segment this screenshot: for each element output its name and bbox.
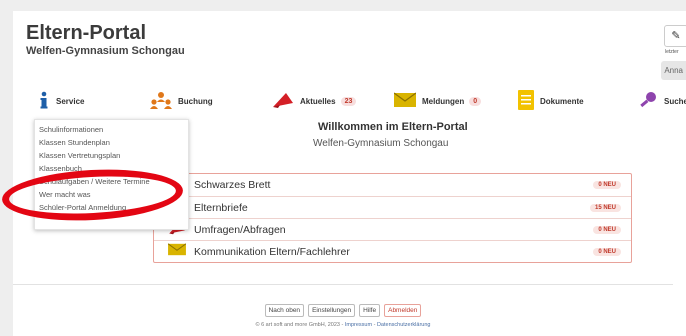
- nav-dokumente[interactable]: Dokumente: [518, 89, 584, 113]
- new-count-badge: 0 NEU: [593, 181, 621, 189]
- new-count-badge: 0 NEU: [593, 248, 621, 256]
- top-right-tools: ✎ letzter: [664, 25, 686, 55]
- row-schwarzes-brett[interactable]: Schwarzes Brett 0 NEU: [154, 174, 631, 196]
- footer-links: Nach oben Einstellungen Hilfe Abmelden: [0, 304, 686, 317]
- overview-panel: Schwarzes Brett 0 NEU Elternbriefe 15 NE…: [153, 173, 632, 263]
- menu-item-klassen-vertretungsplan[interactable]: Klassen Vertretungsplan: [35, 149, 188, 162]
- user-name-button[interactable]: Anna: [661, 61, 686, 80]
- row-label: Kommunikation Eltern/Fachlehrer: [194, 246, 350, 258]
- copyright: © 6 art soft and more GmbH, 2023 - Impre…: [0, 322, 686, 328]
- help-button[interactable]: Hilfe: [359, 304, 381, 317]
- nav-buchung-label: Buchung: [178, 96, 213, 106]
- logout-button[interactable]: Abmelden: [384, 304, 422, 317]
- new-count-badge: 15 NEU: [589, 204, 621, 212]
- menu-item-schueler-portal-anmeldung[interactable]: Schüler-Portal Anmeldung: [35, 201, 188, 214]
- menu-item-wer-macht-was[interactable]: Wer macht was: [35, 188, 188, 201]
- nav-aktuelles[interactable]: Aktuelles 23: [272, 89, 357, 113]
- wrench-button[interactable]: ✎: [664, 25, 686, 47]
- privacy-link[interactable]: Datenschutzerklärung: [377, 322, 431, 328]
- envelope-icon: [167, 243, 187, 261]
- people-icon: [150, 91, 172, 111]
- nav-aktuelles-label: Aktuelles: [300, 96, 336, 106]
- main-nav: Service Buchung Aktuelles 23 Meldungen 0: [26, 89, 686, 113]
- nav-dokumente-label: Dokumente: [540, 96, 584, 106]
- wrench-icon: ✎: [671, 30, 681, 42]
- menu-item-schulaufgaben[interactable]: Schulaufgaben / Weitere Termine: [35, 175, 188, 188]
- welcome-title: Willkommen im Eltern-Portal: [318, 121, 468, 133]
- new-count-badge: 0 NEU: [593, 226, 621, 234]
- megaphone-icon: [272, 91, 294, 111]
- portal-page: Eltern-Portal Welfen-Gymnasium Schongau …: [13, 11, 686, 336]
- impressum-link[interactable]: Impressum: [345, 322, 372, 328]
- settings-button[interactable]: Einstellungen: [308, 304, 356, 317]
- info-icon: [38, 91, 50, 111]
- menu-item-klassen-stundenplan[interactable]: Klassen Stundenplan: [35, 136, 188, 149]
- meldungen-count-badge: 0: [469, 96, 482, 106]
- nav-service-label: Service: [56, 96, 85, 106]
- service-dropdown-menu: Schulinformationen Klassen Stundenplan K…: [34, 119, 189, 230]
- row-label: Elternbriefe: [194, 202, 248, 214]
- copyright-text: © 6 art soft and more GmbH, 2023 -: [255, 322, 345, 328]
- row-umfragen[interactable]: Umfragen/Abfragen 0 NEU: [154, 218, 631, 241]
- back-to-top-button[interactable]: Nach oben: [264, 304, 305, 317]
- aktuelles-count-badge: 23: [340, 96, 357, 106]
- row-kommunikation[interactable]: Kommunikation Eltern/Fachlehrer 0 NEU: [154, 240, 631, 263]
- row-elternbriefe[interactable]: Elternbriefe 15 NEU: [154, 196, 631, 219]
- menu-item-klassenbuch[interactable]: Klassenbuch: [35, 162, 188, 175]
- menu-item-schulinformationen[interactable]: Schulinformationen: [35, 123, 188, 136]
- welcome-subtitle: Welfen-Gymnasium Schongau: [313, 138, 449, 149]
- app-title: Eltern-Portal: [26, 22, 147, 44]
- nav-buchung[interactable]: Buchung: [150, 89, 213, 113]
- nav-suche-label: Suche: [664, 96, 686, 106]
- row-label: Schwarzes Brett: [194, 179, 271, 191]
- document-icon: [518, 90, 534, 112]
- envelope-icon: [393, 92, 417, 110]
- footer-divider: [13, 284, 673, 285]
- nav-meldungen-label: Meldungen: [422, 96, 465, 106]
- school-name: Welfen-Gymnasium Schongau: [26, 45, 185, 57]
- header: Eltern-Portal Welfen-Gymnasium Schongau: [26, 23, 185, 57]
- last-login-label: letzter: [665, 49, 679, 55]
- row-label: Umfragen/Abfragen: [194, 224, 286, 236]
- search-icon: [638, 91, 658, 111]
- nav-suche[interactable]: Suche: [638, 89, 686, 113]
- nav-service[interactable]: Service: [38, 89, 84, 113]
- nav-meldungen[interactable]: Meldungen 0: [393, 89, 482, 113]
